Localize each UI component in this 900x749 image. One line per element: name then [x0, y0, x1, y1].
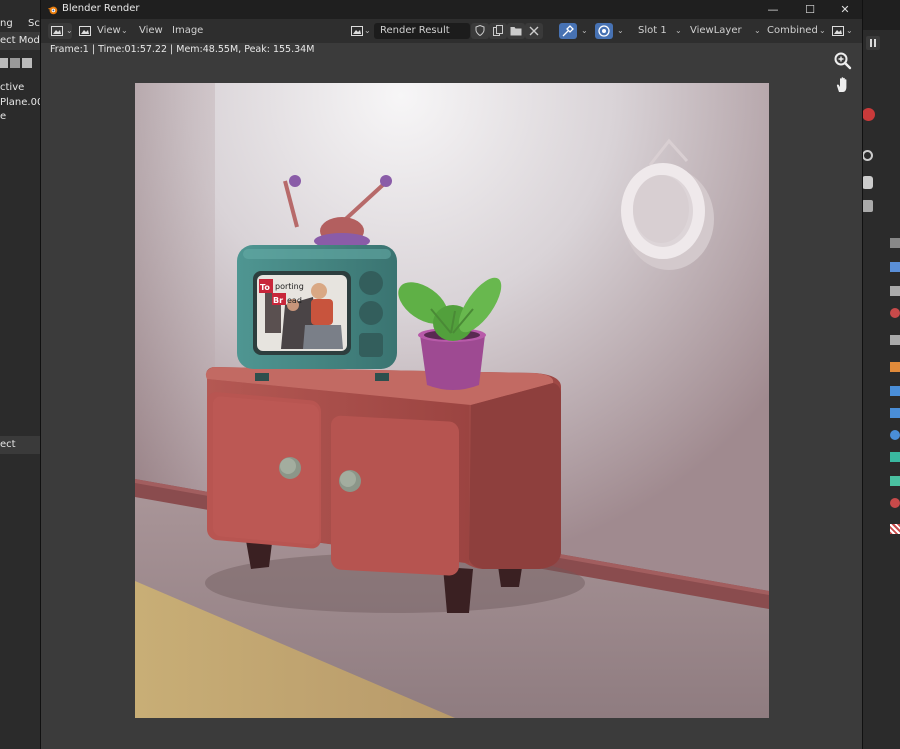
window-close-button[interactable]: ✕ [828, 1, 862, 18]
material-icon[interactable] [890, 308, 900, 318]
new-image-button[interactable] [489, 23, 507, 39]
camera-icon[interactable] [862, 200, 873, 212]
sample-tool-button[interactable] [559, 23, 577, 39]
editor-type-dropdown[interactable]: ⌄ [48, 23, 73, 39]
close-icon [529, 26, 539, 36]
image-canvas[interactable]: Frame:1 | Time:01:57.22 | Mem:48.55M, Pe… [41, 43, 862, 749]
magnifier-icon [834, 52, 852, 70]
image-display-icon [832, 26, 844, 36]
bg-outliner-label: e [0, 111, 7, 122]
physics-icon[interactable] [890, 430, 900, 440]
maximize-button[interactable]: ☐ [793, 1, 827, 18]
slot-label: Slot 1 [638, 25, 667, 36]
image-editor-header: ⌄ View ⌄ View Image ⌄ Render Result ⌄ ⌄ … [41, 19, 862, 43]
hand-icon [836, 77, 847, 92]
fake-user-button[interactable] [471, 23, 489, 39]
chevron-down-icon: ⌄ [846, 26, 853, 35]
world-icon[interactable] [890, 286, 900, 296]
open-image-button[interactable] [507, 23, 525, 39]
chevron-down-icon: ⌄ [754, 26, 761, 35]
image-menu[interactable]: Image [172, 23, 203, 39]
data-icon[interactable] [890, 476, 900, 486]
display-channels-button[interactable] [595, 23, 613, 39]
bg-outliner-label: Plane.006 [0, 97, 42, 108]
tv-screen-text: ead [287, 296, 302, 305]
object-icon[interactable] [890, 362, 900, 372]
bg-select-tools[interactable] [0, 56, 42, 72]
image-name-field[interactable]: Render Result [374, 23, 470, 39]
folder-icon [510, 27, 522, 36]
shield-icon [475, 25, 485, 36]
chevron-down-icon: ⌄ [675, 26, 682, 35]
chevron-down-icon: ⌄ [819, 26, 826, 35]
duplicate-icon [493, 25, 503, 36]
image-editor-icon [51, 26, 63, 36]
view-layer-dropdown[interactable]: ViewLayer ⌄ [684, 23, 762, 39]
tool-icon[interactable] [890, 238, 900, 248]
background-right-panel [862, 0, 900, 749]
bg-mode-label: ect Mode [0, 35, 42, 46]
chevron-down-icon: ⌄ [121, 26, 128, 35]
texture-icon[interactable] [890, 524, 900, 534]
close-icon[interactable] [862, 108, 875, 121]
tv-screen-text: porting [275, 282, 304, 291]
chevron-down-icon[interactable]: ⌄ [617, 23, 624, 39]
chevron-down-icon: ⌄ [66, 26, 73, 35]
bg-select-label: ect [0, 439, 16, 450]
collection-icon[interactable] [890, 335, 900, 345]
browse-image-dropdown[interactable]: ⌄ [351, 23, 373, 39]
shading-icon[interactable] [890, 498, 900, 508]
render-window: Blender Render — ☐ ✕ ⌄ View ⌄ View Image [41, 0, 862, 749]
render-stats-text: Frame:1 | Time:01:57.22 | Mem:48.55M, Pe… [50, 44, 315, 55]
zoom-tool-button[interactable] [833, 51, 853, 71]
pause-icon[interactable] [866, 36, 880, 50]
chevron-down-icon: ⌄ [364, 26, 371, 35]
background-left-panel: ng Scu ect Mode ctive Plane.006 e ect [0, 0, 42, 749]
tv-screen-text: Br [273, 296, 283, 305]
render-scene: To porting Br ead [135, 83, 769, 718]
zoom-icon[interactable] [862, 150, 873, 161]
tv-screen-text: To [260, 283, 270, 292]
pan-tool-button[interactable] [833, 75, 853, 95]
view-mode-label: View [97, 25, 121, 36]
bg-tab-label[interactable]: Scu [28, 18, 42, 29]
particles-icon[interactable] [890, 408, 900, 418]
bg-select-dropdown[interactable]: ect [0, 436, 42, 454]
render-pass-label: Combined [767, 25, 818, 36]
view-menu[interactable]: View [139, 23, 163, 39]
blender-logo-icon [47, 6, 58, 15]
hand-icon[interactable] [862, 176, 873, 189]
constraints-icon[interactable] [890, 452, 900, 462]
unlink-image-button[interactable] [525, 23, 543, 39]
bg-mode-dropdown[interactable]: ect Mode [0, 32, 42, 50]
view-mode-dropdown[interactable]: View ⌄ [77, 23, 129, 39]
modifier-icon[interactable] [890, 386, 900, 396]
bg-tab-label[interactable]: ng [0, 18, 13, 29]
view-icon [79, 26, 91, 36]
title-bar[interactable]: Blender Render — ☐ ✕ [41, 0, 862, 19]
view-layer-label: ViewLayer [690, 25, 742, 36]
bg-outliner-label: ctive [0, 82, 25, 93]
eyedropper-icon [562, 25, 574, 37]
window-title: Blender Render [62, 3, 140, 14]
display-mode-dropdown[interactable]: ⌄ [832, 23, 856, 39]
color-channels-icon [598, 25, 610, 37]
chevron-down-icon[interactable]: ⌄ [581, 23, 588, 39]
render-result-image: To porting Br ead [135, 83, 769, 718]
minimize-button[interactable]: — [756, 1, 790, 18]
slot-dropdown[interactable]: Slot 1 ⌄ [633, 23, 683, 39]
scene-icon[interactable] [890, 262, 900, 272]
image-browse-icon [351, 26, 363, 36]
render-pass-dropdown[interactable]: Combined ⌄ [763, 23, 827, 39]
